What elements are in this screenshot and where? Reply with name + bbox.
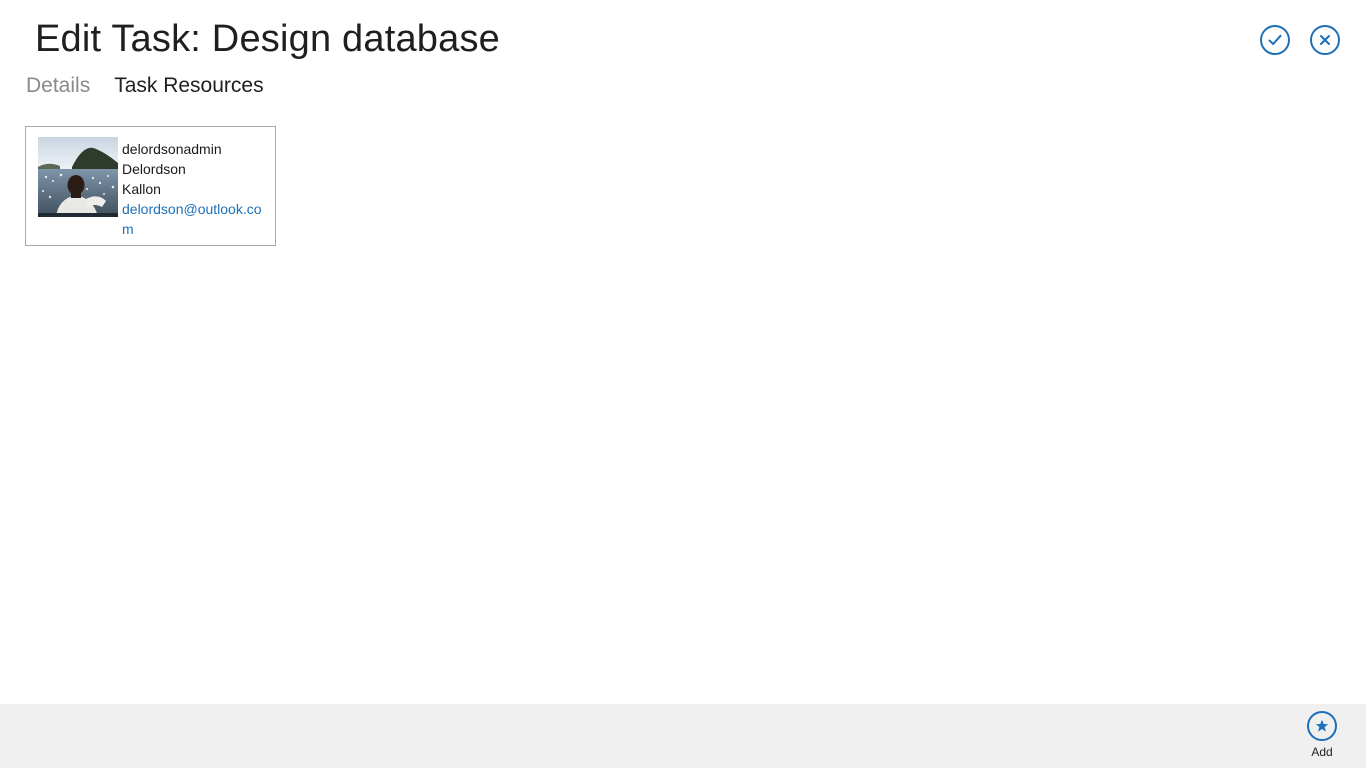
avatar bbox=[38, 137, 118, 217]
resource-details: delordsonadmin Delordson Kallon delordso… bbox=[122, 139, 270, 239]
resource-first-name: Delordson bbox=[122, 161, 186, 177]
resource-email-link[interactable]: delordson@outlook.com bbox=[122, 199, 270, 239]
user-photo bbox=[38, 137, 118, 217]
save-button[interactable] bbox=[1260, 25, 1290, 55]
close-icon bbox=[1320, 35, 1330, 45]
resource-username: delordsonadmin bbox=[122, 141, 222, 157]
app-bar: Add bbox=[0, 704, 1366, 768]
header-actions bbox=[1260, 25, 1340, 55]
tab-details[interactable]: Details bbox=[26, 74, 90, 98]
tab-bar: Details Task Resources bbox=[26, 74, 264, 98]
checkmark-icon bbox=[1268, 34, 1282, 45]
add-button[interactable]: Add bbox=[1300, 711, 1344, 759]
resource-last-name: Kallon bbox=[122, 181, 161, 197]
star-icon bbox=[1315, 719, 1329, 732]
resource-card[interactable]: delordsonadmin Delordson Kallon delordso… bbox=[25, 126, 276, 246]
cancel-button[interactable] bbox=[1310, 25, 1340, 55]
edit-task-page: Edit Task: Design database Details Task … bbox=[0, 0, 1366, 768]
tab-task-resources[interactable]: Task Resources bbox=[114, 74, 263, 98]
add-button-label: Add bbox=[1311, 745, 1333, 759]
add-button-circle bbox=[1307, 711, 1337, 741]
page-title: Edit Task: Design database bbox=[35, 18, 501, 60]
